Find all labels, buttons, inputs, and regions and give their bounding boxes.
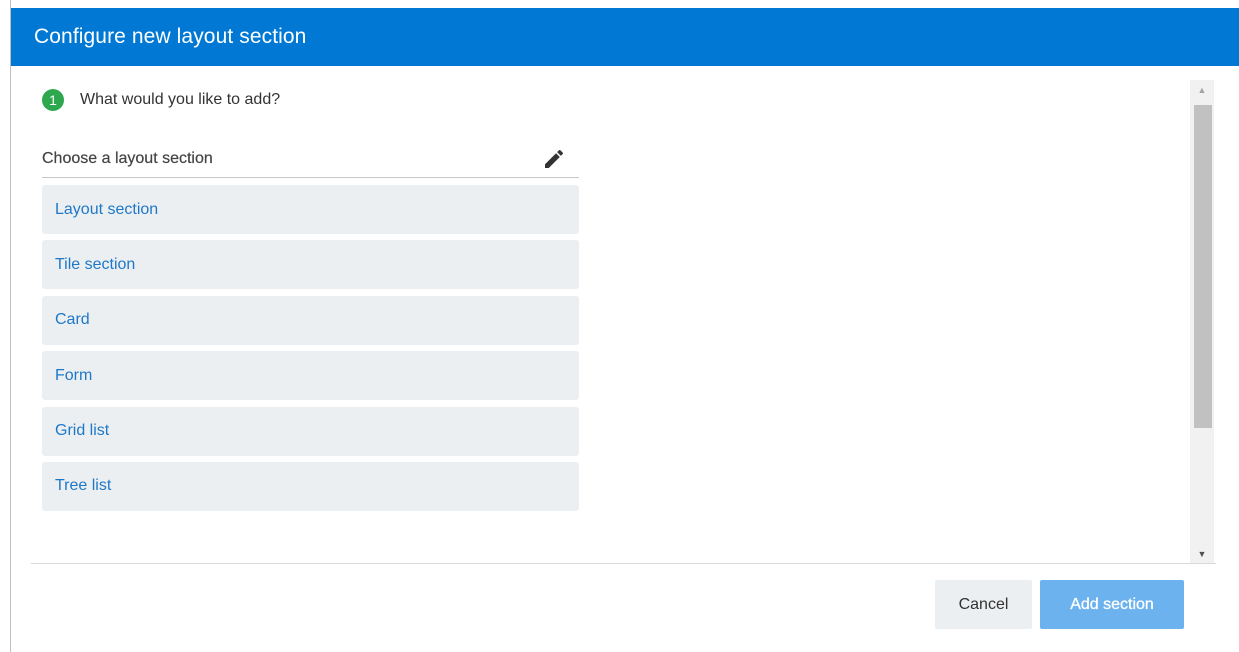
step-question: What would you like to add? — [80, 91, 281, 108]
option-tile-section[interactable]: Tile section — [42, 240, 579, 290]
content-scrollbar[interactable]: ▲ ▼ — [1190, 80, 1214, 564]
dialog-content: 1 What would you like to add? Choose a l… — [31, 66, 1216, 563]
section-picker-header: Choose a layout section — [42, 140, 579, 178]
add-section-button[interactable]: Add section — [1040, 580, 1184, 629]
edit-button[interactable] — [539, 144, 569, 174]
pencil-icon — [545, 149, 564, 168]
section-picker-title: Choose a layout section — [42, 149, 213, 167]
configure-layout-dialog: Configure new layout section 1 What woul… — [10, 0, 1239, 652]
option-layout-section[interactable]: Layout section — [42, 185, 579, 234]
footer-divider — [31, 563, 1216, 564]
scroll-down-icon[interactable]: ▼ — [1190, 544, 1214, 564]
option-tree-list[interactable]: Tree list — [42, 461, 579, 511]
dialog-header: Configure new layout section — [11, 8, 1239, 66]
scroll-up-icon[interactable]: ▲ — [1190, 80, 1214, 100]
layout-section-options: Layout section Tile section Card Form Gr… — [42, 185, 579, 517]
cancel-button[interactable]: Cancel — [935, 580, 1032, 629]
dialog-title: Configure new layout section — [34, 25, 307, 48]
option-grid-list[interactable]: Grid list — [42, 406, 579, 456]
scrollbar-thumb[interactable] — [1194, 105, 1212, 428]
step-number-badge: 1 — [42, 89, 64, 111]
option-form[interactable]: Form — [42, 351, 579, 401]
option-card[interactable]: Card — [42, 295, 579, 345]
step-indicator: 1 What would you like to add? — [42, 89, 280, 111]
